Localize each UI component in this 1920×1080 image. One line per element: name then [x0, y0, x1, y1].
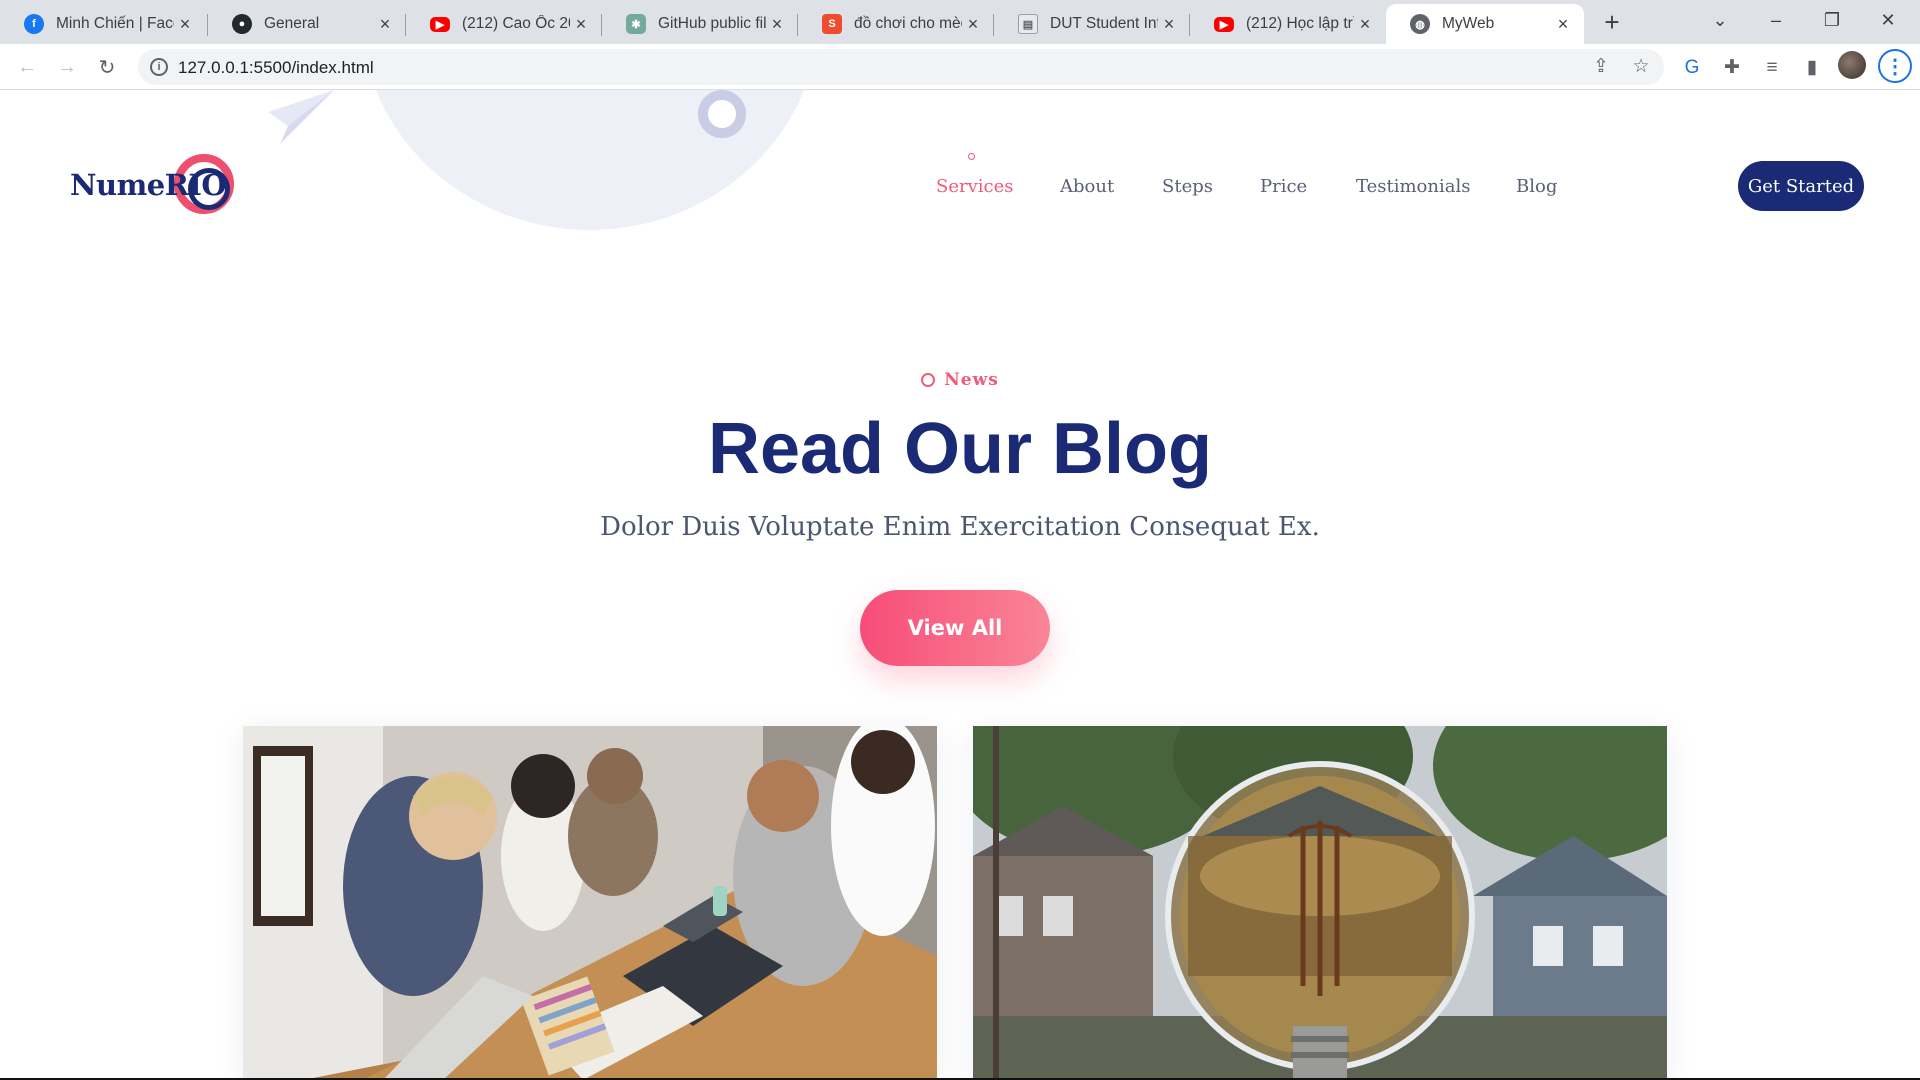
paper-plane-icon: [268, 90, 334, 144]
section-eyebrow: News: [0, 370, 1920, 390]
close-window-button[interactable]: ✕: [1860, 0, 1916, 40]
circle-icon: [921, 373, 936, 387]
tab-myweb[interactable]: ◍ MyWeb ×: [1386, 4, 1584, 44]
new-tab-button[interactable]: +: [1596, 6, 1628, 38]
url-text[interactable]: 127.0.0.1:5500/index.html: [178, 58, 374, 78]
profile-avatar[interactable]: [1838, 51, 1866, 79]
tab-title: MyWeb: [1442, 15, 1495, 32]
tab-facebook[interactable]: f Minh Chiến | Face ×: [0, 4, 206, 44]
tab-youtube-2[interactable]: ▶ (212) Học lập trìn ×: [1190, 4, 1386, 44]
section-title: Read Our Blog: [707, 409, 1213, 489]
nav-blog[interactable]: Blog: [1516, 176, 1557, 197]
minimize-button[interactable]: –: [1748, 0, 1804, 40]
site-info-icon[interactable]: i: [150, 58, 168, 76]
close-icon[interactable]: ×: [1158, 14, 1180, 35]
address-bar[interactable]: i 127.0.0.1:5500/index.html ⇪ ☆: [138, 49, 1664, 85]
reading-list-icon[interactable]: ≡: [1760, 56, 1784, 80]
tab-search-button[interactable]: ⌄: [1692, 0, 1748, 40]
site-logo[interactable]: NumeRIO: [70, 152, 234, 218]
section-subtitle: Dolor Duis Voluptate Enim Exercitation C…: [600, 512, 1320, 542]
youtube-icon: ▶: [430, 16, 450, 32]
meeting-photo: [243, 726, 937, 1080]
close-icon[interactable]: ×: [1552, 14, 1574, 35]
tab-dut[interactable]: ▤ DUT Student Info ×: [994, 4, 1190, 44]
tab-title: General: [264, 15, 320, 32]
blog-card-image-meeting[interactable]: [243, 726, 937, 1080]
back-button[interactable]: ←: [10, 50, 44, 84]
tab-title: GitHub public file: [658, 15, 766, 32]
browser-menu-button[interactable]: ⋮: [1878, 49, 1912, 83]
active-nav-indicator: [968, 153, 975, 160]
close-icon[interactable]: ×: [766, 14, 788, 35]
github-icon: ●: [232, 14, 252, 34]
close-icon[interactable]: ×: [374, 14, 396, 35]
logo-text: NumeRIO: [70, 168, 227, 202]
side-panel-icon[interactable]: ▮: [1800, 56, 1824, 80]
blog-card-image-lightbulb[interactable]: [973, 726, 1667, 1080]
share-icon[interactable]: ⇪: [1590, 56, 1612, 78]
decorative-ring: [698, 90, 746, 138]
get-started-button[interactable]: Get Started: [1738, 161, 1864, 211]
globe-icon: ◍: [1410, 14, 1430, 34]
close-icon[interactable]: ×: [1354, 14, 1376, 35]
decorative-arc: [360, 90, 820, 230]
nav-price[interactable]: Price: [1260, 176, 1307, 197]
browser-toolbar: ← → ↻ i 127.0.0.1:5500/index.html ⇪ ☆ G …: [0, 44, 1920, 90]
document-icon: ▤: [1018, 14, 1038, 34]
nav-services[interactable]: Services: [936, 176, 1013, 197]
close-icon[interactable]: ×: [962, 14, 984, 35]
shopee-icon: S: [822, 14, 842, 34]
close-icon[interactable]: ×: [570, 14, 592, 35]
tab-shopee[interactable]: S đồ chơi cho mèo ×: [798, 4, 994, 44]
tab-title: (212) Cao Ốc 20 |: [462, 15, 570, 32]
lightbulb-photo: [973, 726, 1667, 1080]
tab-chatgpt[interactable]: ✱ GitHub public file ×: [602, 4, 798, 44]
facebook-icon: f: [24, 14, 44, 34]
tab-title: DUT Student Info: [1050, 15, 1158, 32]
chatgpt-icon: ✱: [626, 14, 646, 34]
tab-github[interactable]: ● General ×: [208, 4, 406, 44]
nav-about[interactable]: About: [1060, 176, 1114, 197]
view-all-button[interactable]: View All: [860, 590, 1050, 666]
nav-testimonials[interactable]: Testimonials: [1356, 176, 1470, 197]
youtube-icon: ▶: [1214, 16, 1234, 32]
tab-title: (212) Học lập trìn: [1246, 15, 1354, 32]
bookmark-star-icon[interactable]: ☆: [1630, 56, 1652, 78]
translate-icon[interactable]: G: [1680, 56, 1704, 80]
nav-steps[interactable]: Steps: [1162, 176, 1213, 197]
extensions-icon[interactable]: ✚: [1720, 56, 1744, 80]
tab-title: Minh Chiến | Face: [56, 15, 174, 32]
tab-title: đồ chơi cho mèo: [854, 15, 962, 32]
restore-button[interactable]: ❐: [1804, 0, 1860, 40]
forward-button[interactable]: →: [50, 50, 84, 84]
web-page: NumeRIO Services About Steps Price Testi…: [0, 90, 1920, 1080]
tab-youtube-1[interactable]: ▶ (212) Cao Ốc 20 | ×: [406, 4, 602, 44]
tab-strip: f Minh Chiến | Face × ● General × ▶ (212…: [0, 0, 1920, 44]
close-icon[interactable]: ×: [174, 14, 196, 35]
reload-button[interactable]: ↻: [90, 50, 124, 84]
eyebrow-text: News: [944, 370, 999, 390]
